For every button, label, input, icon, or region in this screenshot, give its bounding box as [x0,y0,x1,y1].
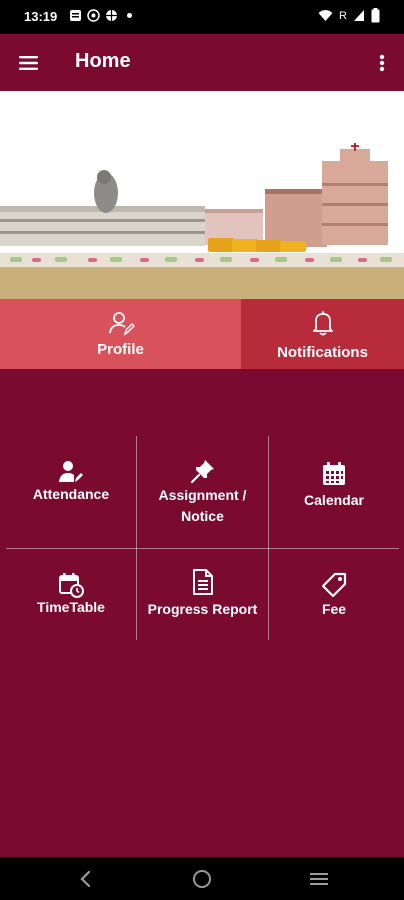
progress-report-label: Progress Report [147,601,258,617]
calendar-button[interactable]: Calendar [269,436,399,548]
fee-label: Fee [321,601,347,617]
fee-button[interactable]: Fee [269,549,399,640]
tab-notifications-label: Notifications [277,344,368,361]
signal-icon [354,10,364,21]
user-edit-icon [59,461,83,482]
dot-icon [127,13,132,18]
globe-icon [106,10,117,21]
tab-profile[interactable]: Profile [0,299,241,369]
assignment-notice-label: Assignment / Notice [137,485,268,527]
calendar-label: Calendar [304,492,364,508]
bell-icon [312,311,333,336]
tab-notifications[interactable]: Notifications [241,299,404,369]
document-icon [192,569,213,595]
recents-icon[interactable] [307,867,331,891]
calendar-icon [323,462,345,485]
home-tabs: Profile Notifications [0,299,404,369]
school-banner-image [0,91,404,299]
notification-app-icon [70,10,81,21]
app-bar: Home [0,34,404,91]
wifi-icon [318,10,333,21]
tab-profile-label: Profile [97,341,144,358]
status-notification-icons [69,9,136,22]
calendar-clock-icon [59,573,84,598]
assignment-notice-button[interactable]: Assignment / Notice [137,436,268,548]
more-options-icon[interactable] [372,49,392,77]
system-nav-bar [0,857,404,900]
home-icon[interactable] [190,867,214,891]
menu-icon[interactable] [15,49,43,77]
profile-icon [108,312,135,336]
pin-icon [190,460,214,484]
status-bar: 13:19 R [0,0,404,34]
attendance-button[interactable]: Attendance [6,436,136,548]
battery-icon [371,8,380,23]
page-title: Home [75,50,131,72]
dashboard-grid: Attendance Assignment / Notice Calendar [0,369,404,857]
network-label: R [339,9,347,22]
status-time: 13:19 [24,9,58,24]
school-building-illustration [0,91,404,299]
timetable-button[interactable]: TimeTable [6,549,136,640]
timetable-label: TimeTable [37,599,105,615]
tag-icon [321,572,347,598]
status-system-icons: R [318,8,380,23]
progress-report-button[interactable]: Progress Report [137,549,268,640]
whatsapp-icon [87,9,100,22]
back-icon[interactable] [74,867,98,891]
assignment-line: Assignment / [158,487,247,503]
notice-line: Notice [181,508,224,524]
attendance-label: Attendance [32,486,110,502]
